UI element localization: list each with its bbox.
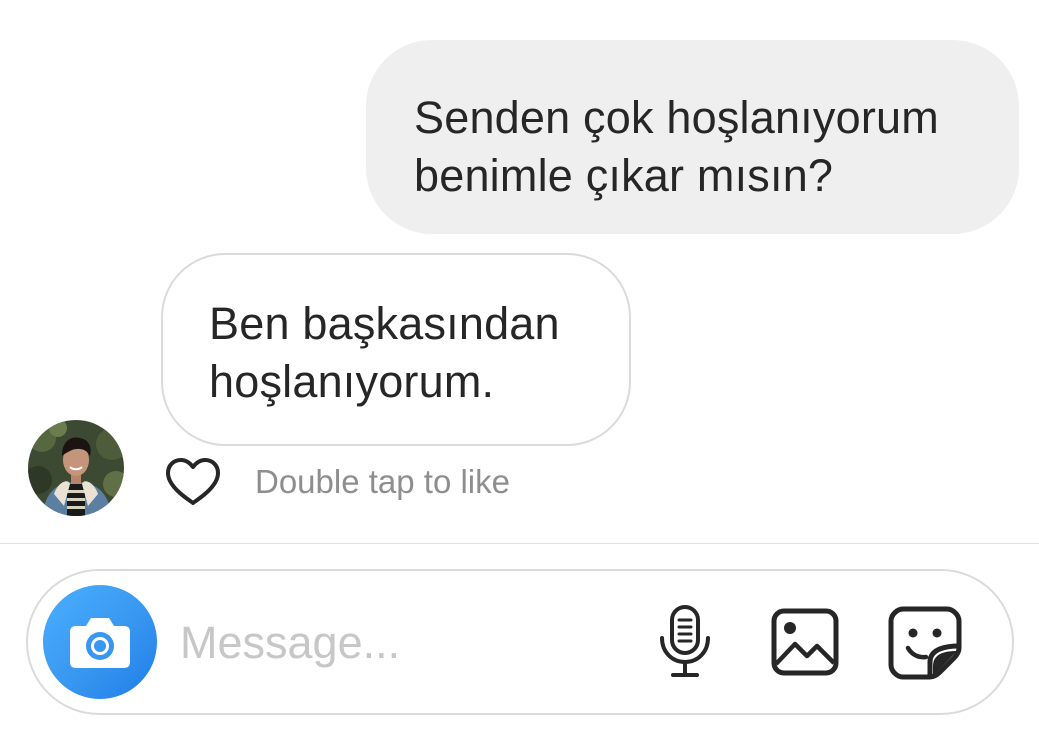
received-message-line-2: hoşlanıyorum. xyxy=(209,356,495,407)
composer-divider xyxy=(0,543,1039,544)
camera-icon xyxy=(70,618,130,668)
message-input[interactable] xyxy=(180,612,620,674)
sent-message-bubble[interactable]: Senden çok hoşlanıyorum benimle çıkar mı… xyxy=(366,40,1019,234)
gallery-icon[interactable] xyxy=(771,608,839,676)
sent-message-line-1: Senden çok hoşlanıyorum xyxy=(414,92,939,143)
avatar[interactable] xyxy=(28,420,124,516)
sent-message-line-2: benimle çıkar mısın? xyxy=(414,150,834,201)
double-tap-hint: Double tap to like xyxy=(255,463,510,500)
avatar-image xyxy=(28,420,124,516)
camera-button[interactable] xyxy=(43,585,157,699)
sticker-icon[interactable] xyxy=(888,606,962,680)
received-message-line-1: Ben başkasından xyxy=(209,298,560,349)
received-message-bubble[interactable]: Ben başkasından hoşlanıyorum. xyxy=(161,253,631,446)
heart-outline-icon[interactable] xyxy=(164,457,222,507)
microphone-icon[interactable] xyxy=(656,604,714,680)
